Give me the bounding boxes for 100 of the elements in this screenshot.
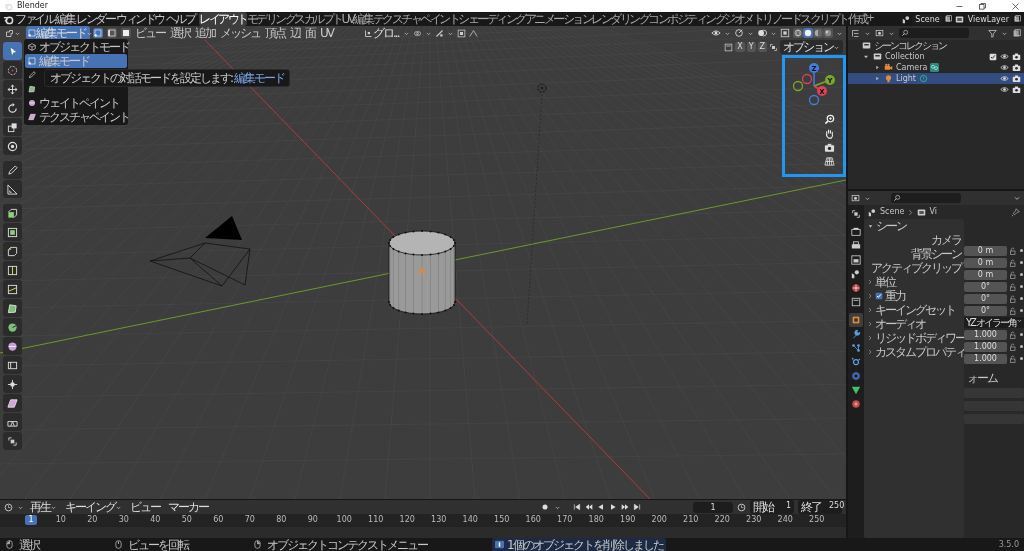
menu-item[interactable]: テクスチャペイント — [25, 110, 127, 124]
lock-icon[interactable] — [1009, 330, 1017, 339]
keyframe-dot[interactable] — [1020, 357, 1023, 360]
number-field[interactable]: 0 m — [964, 245, 1007, 256]
tool-button[interactable] — [3, 180, 22, 198]
clock-icon[interactable] — [4, 502, 13, 512]
workspace-tab[interactable]: ジオメトリノード — [724, 12, 800, 26]
keyframe-dot[interactable] — [1020, 345, 1023, 348]
keyframe-dot[interactable] — [1020, 333, 1023, 336]
eye-icon[interactable] — [1000, 52, 1009, 61]
panel-header[interactable]: オーディオ — [864, 317, 964, 331]
number-field[interactable]: 0° — [964, 305, 1007, 316]
tool-button[interactable] — [3, 242, 22, 260]
breadcrumb-item[interactable]: Vi — [929, 206, 937, 218]
filter-icon[interactable] — [988, 28, 997, 38]
number-field[interactable]: 1.000 — [964, 329, 1007, 340]
search-field[interactable] — [899, 28, 969, 38]
camera-icon[interactable] — [1012, 52, 1021, 61]
triangle-icon[interactable] — [851, 385, 861, 395]
axis-toggle[interactable]: X — [735, 42, 745, 52]
close-icon[interactable] — [1011, 1, 1020, 11]
menu-item[interactable]: ウィンドウ — [115, 12, 165, 26]
scene-field[interactable]: Scene — [912, 13, 943, 25]
menu-item[interactable]: ファイル — [14, 12, 54, 26]
tool-button[interactable] — [3, 413, 22, 431]
menu-item[interactable]: 辺 — [289, 26, 301, 40]
blender-logo-icon[interactable] — [3, 13, 14, 25]
orientation-dropdown[interactable]: グロ... — [362, 26, 401, 40]
number-field[interactable]: 0° — [964, 281, 1007, 292]
lock-icon[interactable] — [1009, 282, 1017, 291]
number-field[interactable]: 1.000 — [964, 341, 1007, 352]
record-icon[interactable] — [540, 502, 550, 512]
tool-button[interactable] — [3, 318, 22, 336]
tool-button[interactable] — [3, 161, 22, 179]
menu-item[interactable]: 追加 — [194, 26, 216, 40]
tool-icon[interactable] — [769, 42, 778, 52]
outliner-row[interactable]: Light — [848, 73, 1024, 84]
playhead[interactable]: 1 — [25, 515, 37, 525]
hand-icon[interactable] — [823, 128, 835, 139]
expand-arrow-icon[interactable] — [874, 64, 881, 71]
tool-button[interactable] — [3, 42, 22, 60]
workspace-tab[interactable]: モデリング — [246, 12, 294, 26]
menu-item[interactable]: UV — [319, 26, 334, 40]
workspace-tab[interactable]: コンポジティング — [648, 12, 724, 26]
expand-arrow-icon[interactable] — [874, 75, 881, 82]
checkbox[interactable] — [989, 52, 997, 61]
lock-icon[interactable] — [1009, 306, 1017, 315]
current-frame-field[interactable]: 1 — [693, 501, 733, 513]
xray-icon[interactable] — [780, 28, 790, 38]
menu-item[interactable]: メッシュ — [219, 26, 261, 40]
menu-item[interactable]: マーカー — [166, 500, 210, 514]
scene-icon[interactable] — [851, 269, 861, 279]
sphere-icon[interactable] — [851, 399, 861, 409]
menu-item[interactable]: 面 — [304, 26, 316, 40]
particles-icon[interactable] — [851, 357, 861, 367]
tool-button[interactable] — [3, 394, 22, 412]
number-field[interactable]: 0° — [964, 293, 1007, 304]
tool-icon[interactable] — [851, 209, 861, 219]
camera-icon[interactable] — [1012, 85, 1021, 94]
tool-button[interactable] — [3, 261, 22, 279]
lock-icon[interactable] — [1009, 246, 1017, 255]
crossed-sphere-icon[interactable] — [851, 283, 861, 293]
next-key-icon[interactable] — [621, 503, 629, 511]
end-frame-field[interactable]: 終了 250 — [798, 500, 842, 514]
axis-handle[interactable] — [801, 73, 813, 85]
tool-button[interactable] — [3, 99, 22, 117]
keyframe-dot[interactable] — [1020, 249, 1023, 252]
menu-item[interactable]: ヘルプ — [164, 12, 195, 26]
workspace-tab[interactable]: スクリプト作成 — [800, 12, 867, 26]
menu-item[interactable]: ビュー — [128, 500, 162, 514]
printer-icon[interactable] — [851, 241, 861, 251]
tool-button[interactable] — [3, 204, 22, 222]
search-field[interactable] — [891, 193, 961, 203]
axis-handle[interactable] — [808, 94, 820, 106]
jump-end-icon[interactable] — [633, 503, 641, 511]
shading-button[interactable] — [813, 28, 823, 38]
menu-item[interactable]: ウェイトペイント — [25, 96, 127, 110]
grid-icon[interactable] — [823, 156, 835, 167]
outliner-row[interactable]: Camera — [848, 62, 1024, 73]
lock-icon[interactable] — [1009, 354, 1017, 363]
overlay-icon[interactable] — [757, 28, 767, 38]
menu-item[interactable]: ビュー — [134, 26, 166, 40]
menu-item[interactable]: レンダー — [75, 12, 115, 26]
peak-icon[interactable] — [469, 28, 479, 38]
lock-icon[interactable] — [1009, 258, 1017, 267]
panel-header[interactable]: ォーム — [964, 371, 1024, 385]
outliner-item[interactable]: Collection — [885, 50, 925, 63]
display-mode-icon[interactable] — [851, 193, 860, 203]
nodes-icon[interactable] — [851, 343, 861, 353]
breadcrumb-item[interactable]: Scene — [880, 206, 905, 218]
select-mode-button[interactable] — [121, 28, 131, 38]
menu-item[interactable]: キーイング — [63, 500, 124, 514]
tool-button[interactable] — [3, 280, 22, 298]
axis-handle[interactable] — [792, 80, 804, 92]
number-field[interactable]: 0 m — [964, 257, 1007, 268]
xray-icon[interactable] — [457, 28, 467, 38]
shading-button[interactable] — [823, 28, 833, 38]
select-mode-button[interactable] — [107, 28, 117, 38]
tool-button[interactable] — [3, 299, 22, 317]
lock-icon[interactable] — [1009, 270, 1017, 279]
